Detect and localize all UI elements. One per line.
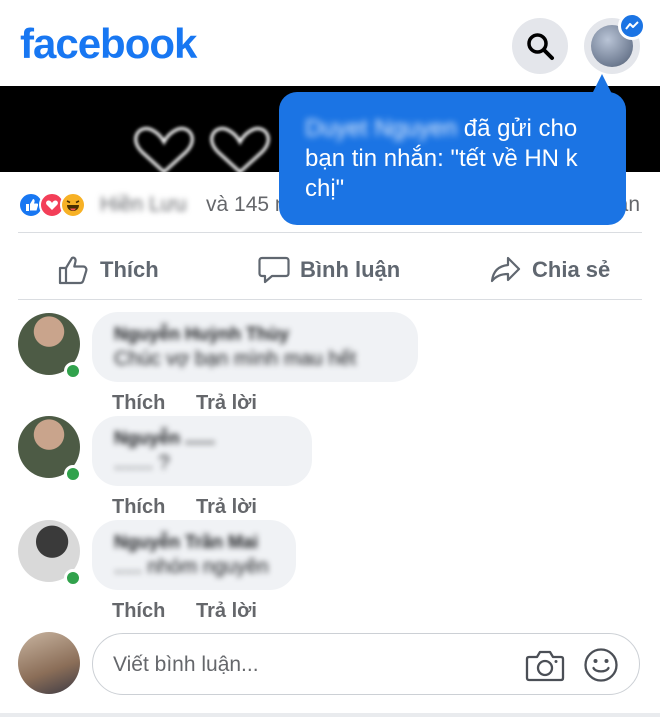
share-button[interactable]: Chia sẻ <box>490 252 610 288</box>
comment-bubble[interactable]: Nguyễn ...... ....... ? <box>92 416 312 486</box>
comment-author[interactable]: Nguyễn ...... <box>114 428 215 449</box>
reaction-count: và 145 n <box>206 193 287 216</box>
comment-author[interactable]: Nguyễn Huỳnh Thùy <box>114 324 289 345</box>
top-header: facebook <box>0 0 660 86</box>
online-indicator <box>64 465 82 483</box>
emoji-icon[interactable] <box>583 647 619 683</box>
like-icon <box>58 256 88 285</box>
share-icon <box>490 256 521 283</box>
bottom-bar <box>0 713 660 717</box>
search-icon <box>527 33 554 60</box>
comment-like-button[interactable]: Thích <box>112 496 165 519</box>
share-label: Chia sẻ <box>532 257 611 282</box>
comment-like-button[interactable]: Thích <box>112 600 165 623</box>
comment-input[interactable]: Viết bình luận... <box>92 633 640 695</box>
comment-text: ..... nhóm nguyên <box>114 556 269 578</box>
comment-button[interactable]: Bình luận <box>258 252 400 288</box>
like-label: Thích <box>100 257 159 282</box>
reaction-names: Hiền Lưu <box>100 193 187 216</box>
online-indicator <box>64 569 82 587</box>
tooltip-arrow <box>592 74 612 94</box>
divider <box>18 299 642 300</box>
like-button[interactable]: Thích <box>58 252 159 288</box>
messenger-icon <box>625 21 639 30</box>
comment-label: Bình luận <box>300 257 401 282</box>
comment-like-button[interactable]: Thích <box>112 392 165 415</box>
messenger-badge[interactable] <box>618 12 646 40</box>
camera-icon[interactable] <box>525 647 565 683</box>
comment-bubble[interactable]: Nguyễn Huỳnh Thùy Chúc vợ bạn mình mau h… <box>92 312 418 382</box>
comment-icon <box>258 256 290 284</box>
divider <box>18 232 642 233</box>
message-notification-tooltip[interactable]: Duyet Nguyen đã gửi cho bạn tin nhắn: "t… <box>279 92 626 225</box>
comment-reply-button[interactable]: Trả lời <box>196 392 257 415</box>
comment-input-placeholder: Viết bình luận... <box>113 653 259 676</box>
search-button[interactable] <box>512 18 568 74</box>
comment-reply-button[interactable]: Trả lời <box>196 496 257 519</box>
comment-bubble[interactable]: Nguyễn Trần Mai ..... nhóm nguyên <box>92 520 296 590</box>
comment-author[interactable]: Nguyễn Trần Mai <box>114 532 258 553</box>
online-indicator <box>64 362 82 380</box>
haha-reaction-icon <box>60 192 86 218</box>
comment-text: Chúc vợ bạn mình mau hết <box>114 348 357 370</box>
my-avatar[interactable] <box>18 632 80 694</box>
comment-text: ....... ? <box>114 452 170 474</box>
facebook-logo[interactable]: facebook <box>20 20 197 68</box>
notification-sender: Duyet Nguyen <box>305 115 458 142</box>
reaction-icons <box>18 192 86 218</box>
comment-reply-button[interactable]: Trả lời <box>196 600 257 623</box>
